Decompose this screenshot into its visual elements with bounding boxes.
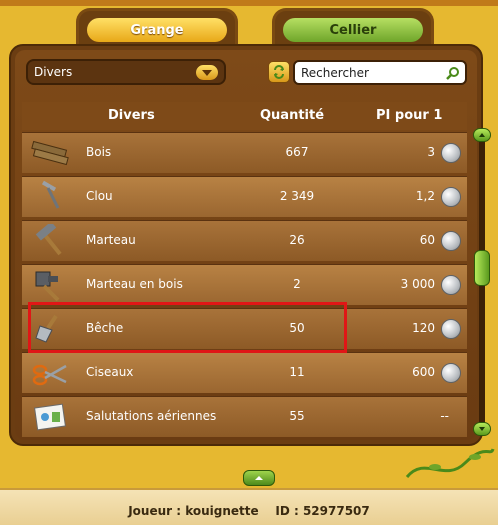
category-dropdown[interactable]: Divers	[26, 59, 226, 85]
chevron-down-icon[interactable]	[196, 65, 218, 80]
refresh-icon[interactable]	[268, 61, 290, 83]
coin-icon	[441, 231, 461, 251]
vertical-scrollbar[interactable]	[473, 128, 491, 438]
scroll-up-icon[interactable]	[473, 128, 491, 142]
tab-cellier-label: Cellier	[283, 18, 423, 42]
mallet-icon	[35, 271, 60, 302]
scroll-thumb[interactable]	[474, 250, 490, 286]
coin-icon	[441, 363, 461, 383]
item-quantity: 2 349	[279, 189, 315, 203]
search-input[interactable]: Rechercher	[293, 60, 467, 85]
table-row[interactable]: Clou 2 349 1,2	[22, 176, 467, 217]
item-price: --	[440, 409, 449, 423]
item-name: Salutations aériennes	[86, 409, 217, 423]
item-quantity: 667	[285, 145, 309, 159]
scroll-down-icon[interactable]	[473, 422, 491, 436]
item-name: Clou	[86, 189, 113, 203]
coin-icon	[441, 187, 461, 207]
category-dropdown-value: Divers	[34, 65, 73, 79]
table-header: Divers Quantité PI pour 1	[22, 102, 467, 130]
item-price: 3 000	[400, 277, 435, 291]
table-row[interactable]: Marteau en bois 2 3 000	[22, 264, 467, 305]
postcard-icon	[34, 403, 66, 431]
header-price: PI pour 1	[376, 108, 443, 123]
header-quantity: Quantité	[260, 108, 325, 123]
highlight-box	[28, 302, 347, 353]
coin-icon	[441, 143, 461, 163]
header-name: Divers	[108, 108, 155, 123]
hammer-icon	[35, 224, 62, 256]
tab-grange[interactable]: Grange	[76, 8, 238, 46]
tab-grange-label: Grange	[87, 18, 227, 42]
item-price: 600	[412, 365, 435, 379]
item-quantity: 2	[293, 277, 301, 291]
item-name: Marteau en bois	[86, 277, 183, 291]
top-border	[0, 0, 498, 6]
inventory-table: Divers Quantité PI pour 1 Bois 667 3 Clo…	[22, 102, 467, 440]
expand-up-icon[interactable]	[243, 470, 275, 486]
nail-icon	[41, 180, 60, 209]
table-row[interactable]: Bois 667 3	[22, 132, 467, 173]
item-quantity: 55	[289, 409, 305, 423]
wood-planks-icon	[31, 140, 69, 166]
player-info: Joueur : kouignette ID : 52977507	[128, 504, 370, 518]
item-name: Ciseaux	[86, 365, 134, 379]
item-name: Marteau	[86, 233, 136, 247]
search-placeholder: Rechercher	[301, 66, 369, 80]
scissors-icon	[32, 364, 67, 386]
player-footer: Joueur : kouignette ID : 52977507	[0, 488, 498, 525]
vine-decoration	[405, 448, 495, 479]
tab-cellier[interactable]: Cellier	[272, 8, 434, 46]
coin-icon	[441, 319, 461, 339]
item-name: Bois	[86, 145, 112, 159]
item-quantity: 26	[289, 233, 305, 247]
item-price: 3	[427, 145, 435, 159]
search-icon[interactable]	[446, 65, 460, 84]
item-price: 120	[412, 321, 435, 335]
item-price: 60	[419, 233, 435, 247]
table-row[interactable]: Marteau 26 60	[22, 220, 467, 261]
table-row[interactable]: Ciseaux 11 600	[22, 352, 467, 393]
item-price: 1,2	[415, 189, 435, 203]
coin-icon	[441, 275, 461, 295]
item-quantity: 11	[289, 365, 305, 379]
table-row[interactable]: Salutations aériennes 55 --	[22, 396, 467, 437]
